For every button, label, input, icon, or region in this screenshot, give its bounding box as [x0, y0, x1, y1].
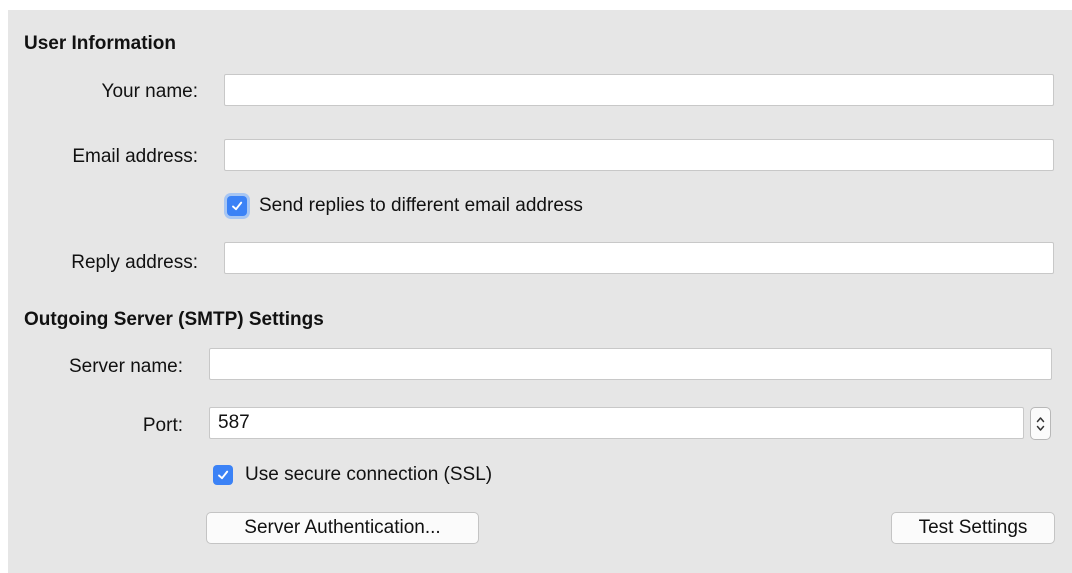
test-settings-button[interactable]: Test Settings: [891, 512, 1055, 544]
email-address-field[interactable]: [224, 139, 1054, 171]
up-down-arrows-icon: [1036, 416, 1045, 431]
email-address-label: Email address:: [72, 146, 198, 167]
settings-panel: User Information Your name: Email addres…: [8, 10, 1072, 573]
port-label: Port:: [142, 415, 183, 436]
server-name-label: Server name:: [68, 356, 183, 377]
ssl-checkbox-row[interactable]: Use secure connection (SSL): [213, 464, 492, 486]
port-field[interactable]: [209, 407, 1024, 439]
ssl-checkbox-label: Use secure connection (SSL): [245, 464, 493, 485]
reply-address-field[interactable]: [224, 242, 1054, 274]
server-authentication-button[interactable]: Server Authentication...: [206, 512, 479, 544]
ssl-checkbox[interactable]: [213, 465, 233, 485]
checkmark-icon: [218, 470, 229, 480]
port-stepper[interactable]: [1030, 407, 1051, 440]
smtp-settings-heading: Outgoing Server (SMTP) Settings: [24, 309, 324, 330]
reply-different-checkbox-row[interactable]: Send replies to different email address: [227, 195, 583, 217]
server-name-field[interactable]: [209, 348, 1052, 380]
your-name-field[interactable]: [224, 74, 1054, 106]
reply-address-label: Reply address:: [71, 252, 198, 273]
checkmark-icon: [232, 201, 243, 211]
reply-different-checkbox[interactable]: [227, 196, 247, 216]
user-information-heading: User Information: [24, 33, 177, 54]
your-name-label: Your name:: [101, 81, 198, 102]
reply-different-checkbox-label: Send replies to different email address: [259, 195, 583, 216]
